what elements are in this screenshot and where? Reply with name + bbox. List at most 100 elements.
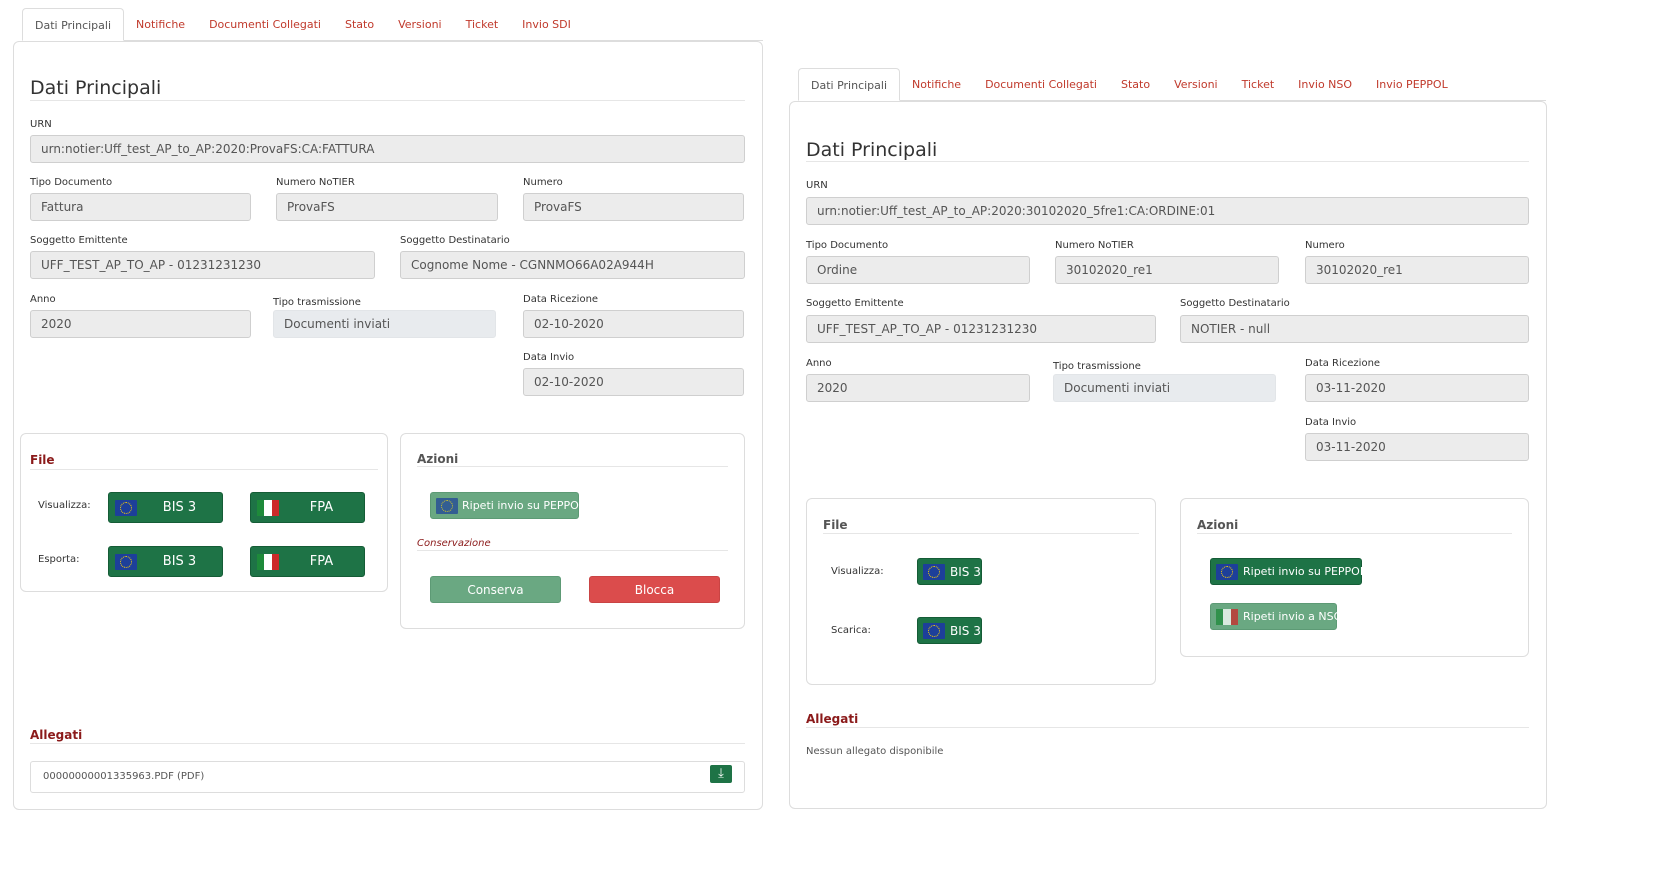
left-data-ricezione-label: Data Ricezione [523,294,599,305]
left-tipo-documento-field: Fattura [30,193,251,221]
eu-flag-icon [923,563,945,580]
right-soggetto-emittente-label: Soggetto Emittente [806,298,904,309]
eu-flag-icon [1216,563,1238,580]
right-anno-field: 2020 [806,374,1030,402]
right-tipo-trasmissione-label: Tipo trasmissione [1053,361,1141,372]
left-allegato-filename: 00000000001335963.PDF (PDF) [43,771,205,782]
left-numero-notier-field: ProvaFS [276,193,498,221]
left-visualizza-bis3-label: BIS 3 [162,500,197,515]
right-tab-stato[interactable]: Stato [1109,69,1162,100]
left-allegati-divider [30,743,745,744]
left-anno-field: 2020 [30,310,251,338]
right-ripeti-nso-label: Ripeti invio a NSO [1243,610,1343,623]
left-tab-invio-sdi[interactable]: Invio SDI [510,9,583,40]
right-tab-documenti-collegati[interactable]: Documenti Collegati [973,69,1109,100]
right-numero-field: 30102020_re1 [1305,256,1529,284]
left-esporta-bis3-button[interactable]: BIS 3 [108,546,223,577]
left-ripeti-peppol-button[interactable]: Ripeti invio su PEPPOL [430,492,585,519]
left-tab-documenti-collegati[interactable]: Documenti Collegati [197,9,333,40]
right-urn-label: URN [806,180,828,191]
right-soggetto-destinatario-field: NOTIER - null [1180,315,1529,343]
right-tab-invio-nso[interactable]: Invio NSO [1286,69,1364,100]
left-soggetto-emittente-label: Soggetto Emittente [30,235,128,246]
left-urn-field: urn:notier:Uff_test_AP_to_AP:2020:ProvaF… [30,135,745,163]
right-visualizza-label: Visualizza: [831,566,884,577]
left-conserva-button[interactable]: Conserva [430,576,561,603]
italy-flag-icon [257,553,279,570]
eu-flag-icon [115,553,137,570]
right-azioni-divider [1197,533,1512,534]
right-tab-versioni[interactable]: Versioni [1162,69,1230,100]
left-conservazione-divider [417,550,728,551]
left-blocca-button[interactable]: Blocca [589,576,720,603]
right-file-box [806,498,1156,685]
download-icon[interactable]: ⤓ [710,765,732,783]
right-tab-invio-peppol[interactable]: Invio PEPPOL [1364,69,1460,100]
left-azioni-title: Azioni [417,452,459,466]
right-soggetto-destinatario-label: Soggetto Destinatario [1180,298,1290,309]
eu-flag-icon [436,497,458,514]
right-visualizza-bis3-label: BIS 3 [950,564,981,579]
left-esporta-bis3-label: BIS 3 [162,554,197,569]
right-numero-notier-label: Numero NoTIER [1055,240,1134,251]
right-visualizza-bis3-button[interactable]: BIS 3 [917,558,982,585]
left-numero-notier-label: Numero NoTIER [276,177,355,188]
right-tipo-trasmissione-field: Documenti inviati [1053,374,1276,402]
left-tab-bar: Dati Principali Notifiche Documenti Coll… [22,8,763,41]
right-scarica-bis3-button[interactable]: BIS 3 [917,617,982,644]
left-tab-versioni[interactable]: Versioni [386,9,454,40]
right-ripeti-peppol-label: Ripeti invio su PEPPOL [1243,565,1366,578]
right-file-divider [823,533,1139,534]
right-data-ricezione-label: Data Ricezione [1305,358,1381,369]
right-tab-notifiche[interactable]: Notifiche [900,69,973,100]
right-numero-notier-field: 30102020_re1 [1055,256,1279,284]
right-scarica-bis3-label: BIS 3 [950,623,981,638]
left-tab-stato[interactable]: Stato [333,9,386,40]
left-ripeti-peppol-label: Ripeti invio su PEPPOL [462,499,585,512]
right-ripeti-nso-button[interactable]: Ripeti invio a NSO [1210,603,1342,630]
right-urn-field: urn:notier:Uff_test_AP_to_AP:2020:301020… [806,197,1529,225]
left-tab-ticket[interactable]: Ticket [454,9,511,40]
right-data-ricezione-field: 03-11-2020 [1305,374,1529,402]
left-visualizza-fpa-label: FPA [309,500,334,515]
right-title-divider [806,161,1529,162]
right-azioni-title: Azioni [1197,518,1239,532]
left-soggetto-emittente-field: UFF_TEST_AP_TO_AP - 01231231230 [30,251,375,279]
left-data-invio-label: Data Invio [523,352,575,363]
left-visualizza-label: Visualizza: [38,500,91,511]
left-urn-label: URN [30,119,52,130]
italy-flag-icon [1216,608,1238,625]
right-page-title: Dati Principali [806,139,938,161]
right-tab-ticket[interactable]: Ticket [1230,69,1287,100]
left-file-divider [30,469,378,470]
left-tab-notifiche[interactable]: Notifiche [124,9,197,40]
left-soggetto-destinatario-label: Soggetto Destinatario [400,235,510,246]
right-data-invio-label: Data Invio [1305,417,1357,428]
left-anno-label: Anno [30,294,56,305]
right-allegati-title: Allegati [806,712,859,726]
left-page-title: Dati Principali [30,77,162,99]
right-tab-bar: Dati Principali Notifiche Documenti Coll… [798,68,1546,101]
left-numero-label: Numero [523,177,563,188]
left-esporta-label: Esporta: [38,554,80,565]
left-allegati-title: Allegati [30,728,83,742]
right-file-title: File [823,518,848,532]
left-tipo-trasmissione-field: Documenti inviati [273,310,496,338]
right-tipo-documento-label: Tipo Documento [806,240,889,251]
right-anno-label: Anno [806,358,832,369]
left-esporta-fpa-button[interactable]: FPA [250,546,365,577]
left-tipo-trasmissione-label: Tipo trasmissione [273,297,361,308]
eu-flag-icon [115,499,137,516]
left-soggetto-destinatario-field: Cognome Nome - CGNNMO66A02A944H [400,251,745,279]
left-data-ricezione-field: 02-10-2020 [523,310,744,338]
left-tipo-documento-label: Tipo Documento [30,177,113,188]
eu-flag-icon [923,622,945,639]
left-tab-dati-principali[interactable]: Dati Principali [22,8,125,41]
left-visualizza-bis3-button[interactable]: BIS 3 [108,492,223,523]
right-ripeti-peppol-button[interactable]: Ripeti invio su PEPPOL [1210,558,1366,585]
right-tab-dati-principali[interactable]: Dati Principali [798,68,901,101]
left-esporta-fpa-label: FPA [309,554,334,569]
left-allegato-item: 00000000001335963.PDF (PDF) [30,761,745,793]
left-conservazione-title: Conservazione [417,538,491,549]
left-visualizza-fpa-button[interactable]: FPA [250,492,365,523]
